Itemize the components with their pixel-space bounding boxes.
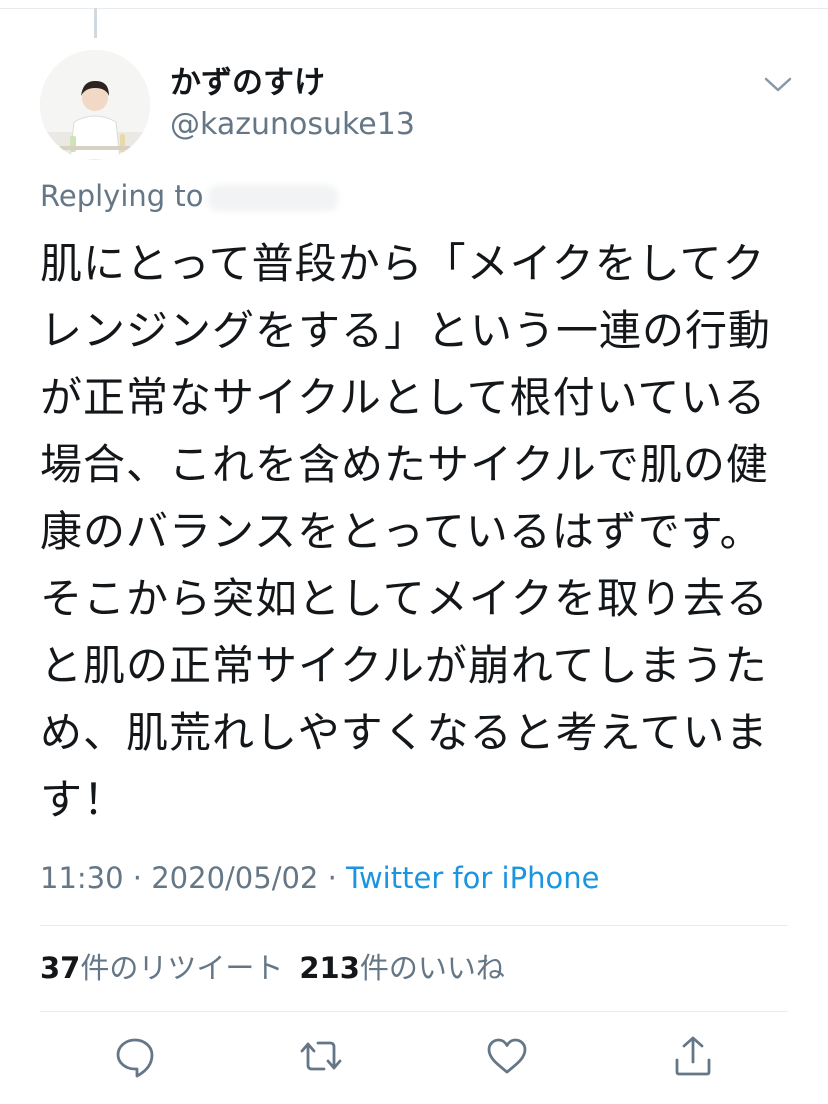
avatar-photo bbox=[40, 50, 150, 160]
avatar[interactable] bbox=[40, 50, 150, 160]
tweet-text-line: す！ bbox=[40, 775, 127, 824]
tweet-source-link[interactable]: Twitter for iPhone bbox=[346, 861, 599, 895]
like-button[interactable] bbox=[483, 1032, 531, 1080]
author-display-name[interactable]: かずのすけ bbox=[170, 64, 325, 102]
chevron-down-icon[interactable] bbox=[762, 70, 794, 98]
meta-separator: · bbox=[318, 861, 347, 895]
retweet-icon bbox=[300, 1041, 342, 1071]
reply-button[interactable] bbox=[111, 1032, 159, 1080]
reply-icon bbox=[116, 1038, 154, 1078]
retweet-count: 37 bbox=[40, 951, 81, 985]
share-icon bbox=[675, 1036, 711, 1076]
divider bbox=[40, 1011, 788, 1012]
replying-to-label: Replying to bbox=[40, 179, 204, 213]
retweets-stat[interactable]: 37件のリツイート bbox=[40, 951, 283, 985]
engagement-stats: 37件のリツイート 213件のいいね bbox=[40, 948, 505, 988]
tweet-text-line: 康のバランスをとっているはずです。 bbox=[40, 507, 763, 556]
like-label: 件のいいね bbox=[359, 951, 505, 985]
replying-to: Replying to bbox=[40, 176, 338, 216]
tweet-time: 11:30 bbox=[40, 861, 124, 895]
divider bbox=[40, 925, 788, 926]
tweet-text: 肌にとって普段から「メイクをしてク レンジングをする」という一連の行動 が正常な… bbox=[40, 230, 790, 833]
like-count: 213 bbox=[299, 951, 360, 985]
tweet-text-line: め、肌荒れしやすくなると考えていま bbox=[40, 708, 769, 757]
tweet-text-line: そこから突如としてメイクを取り去る bbox=[40, 574, 769, 623]
retweet-label: 件のリツイート bbox=[80, 951, 284, 985]
tweet-text-line: 肌にとって普段から「メイクをしてク bbox=[40, 239, 766, 288]
tweet-date: 2020/05/02 bbox=[151, 861, 319, 895]
share-button[interactable] bbox=[669, 1032, 717, 1080]
tweet-text-line: と肌の正常サイクルが崩れてしまうた bbox=[40, 641, 768, 690]
tweet-text-line: レンジングをする」という一連の行動 bbox=[40, 306, 772, 355]
meta-separator: · bbox=[123, 861, 152, 895]
tweet-text-line: 場合、これを含めたサイクルで肌の健 bbox=[40, 440, 769, 489]
tweet-text-line: が正常なサイクルとして根付いている bbox=[40, 373, 767, 422]
likes-stat[interactable]: 213件のいいね bbox=[299, 951, 505, 985]
thread-connector-line bbox=[94, 8, 97, 38]
tweet-metadata: 11:30 · 2020/05/02 · Twitter for iPhone bbox=[40, 858, 599, 898]
retweet-button[interactable] bbox=[297, 1032, 345, 1080]
replying-to-blurred-handle[interactable] bbox=[207, 185, 338, 211]
heart-icon bbox=[487, 1038, 527, 1074]
top-divider bbox=[0, 8, 828, 9]
author-handle[interactable]: @kazunosuke13 bbox=[170, 106, 415, 144]
